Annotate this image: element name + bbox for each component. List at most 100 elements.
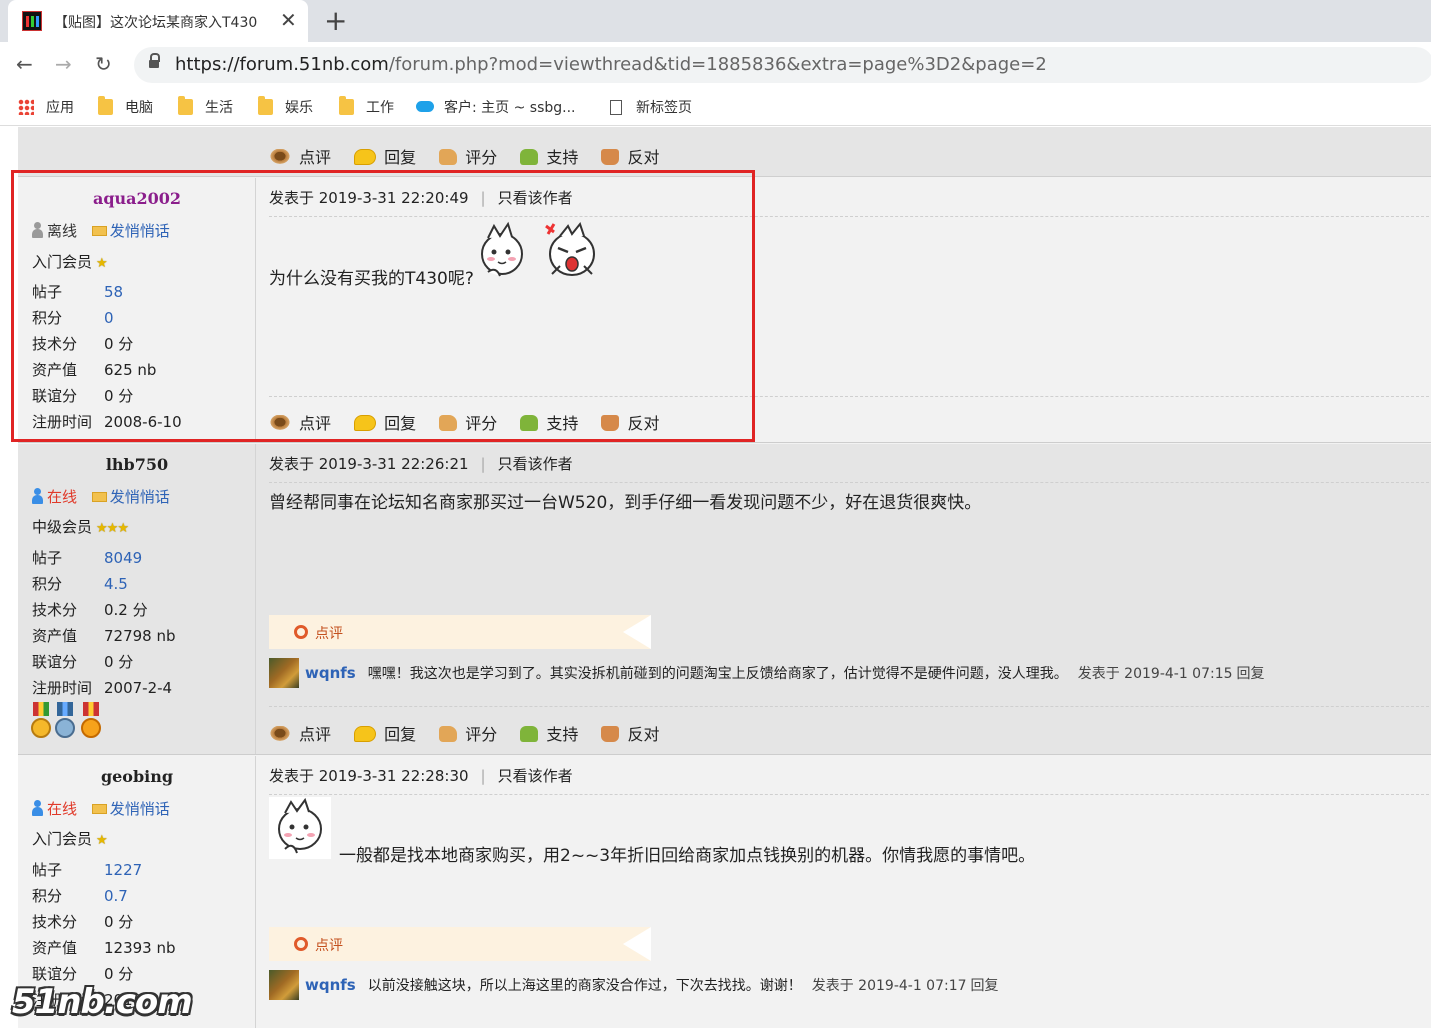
only-author-link[interactable]: 只看该作者	[498, 189, 573, 207]
browser-toolbar: ← → ↻ https://forum.51nb.com/forum.php?m…	[0, 42, 1431, 88]
bookmark-label: 应用	[46, 100, 74, 116]
comment-reply-link[interactable]: 回复	[971, 978, 999, 994]
bookmark-folder-entertainment[interactable]: 娱乐	[258, 96, 313, 117]
post-time: 发表于 2019-3-31 22:20:49	[269, 189, 469, 207]
action-label: 点评	[299, 148, 332, 167]
comment-button[interactable]: 点评	[269, 144, 331, 168]
rate-button[interactable]: 评分	[439, 721, 497, 745]
speech-bubble-icon	[354, 726, 377, 742]
previous-post-actions: 点评 回复 评分 支持 反对	[18, 127, 1431, 177]
post-body-text: 为什么没有买我的T430呢?	[269, 269, 474, 289]
stat-posts-value[interactable]: 58	[104, 283, 123, 301]
oppose-button[interactable]: 反对	[601, 144, 659, 168]
comment-section-header: 点评	[269, 927, 651, 961]
bookmark-folder-life[interactable]: 生活	[178, 96, 233, 117]
rate-button[interactable]: 评分	[439, 410, 497, 434]
envelope-icon	[91, 492, 107, 502]
author-name[interactable]: geobing	[18, 767, 256, 786]
stat-points-value[interactable]: 0	[104, 309, 114, 327]
send-pm-link[interactable]: 发悄悄话	[110, 488, 170, 506]
rank-stars-icon: ★	[96, 256, 108, 271]
comment-item: wqnfs 以前没接触这块，所以上海这里的商家没合作过，下次去找找。谢谢！ 发表于 …	[269, 970, 999, 1000]
send-pm-link[interactable]: 发悄悄话	[110, 222, 170, 240]
stat-label: 资产值	[32, 361, 78, 379]
comment-header-label: 点评	[315, 938, 343, 954]
page-icon	[610, 100, 622, 115]
comment-section-header: 点评	[269, 615, 651, 649]
action-label: 回复	[384, 414, 417, 433]
new-tab-icon[interactable]: +	[324, 4, 347, 37]
reply-button[interactable]: 回复	[354, 410, 416, 434]
coffee-cup-icon	[269, 726, 291, 742]
support-button[interactable]: 支持	[520, 144, 578, 168]
browser-tab[interactable]: 【贴图】这次论坛某商家入T430 ✕	[8, 0, 308, 42]
back-arrow-icon[interactable]: ←	[16, 52, 33, 76]
support-button[interactable]: 支持	[520, 410, 578, 434]
envelope-icon	[91, 226, 107, 236]
comment-time: 发表于 2019-4-1 07:15	[1077, 666, 1233, 682]
forum-thread: 点评 回复 评分 支持 反对 aqua2002 离线 发悄悄话 入门会员 ★ 帖子…	[0, 127, 1431, 1028]
comment-reply-link[interactable]: 回复	[1237, 666, 1265, 682]
support-button[interactable]: 支持	[520, 721, 578, 745]
comment-user[interactable]: wqnfs	[305, 976, 356, 994]
rate-button[interactable]: 评分	[439, 144, 497, 168]
online-status: 在线	[47, 800, 78, 818]
bookmark-folder-work[interactable]: 工作	[339, 96, 394, 117]
stat-registered-value: 2007-2-4	[104, 679, 173, 697]
author-stats: 帖子 58 积分 0 技术分 0 分 资产值 625 nb 联谊分 0 分 注册时间 200…	[32, 281, 182, 437]
stat-friendship-value: 0 分	[104, 387, 134, 405]
post-header: 发表于 2019-3-31 22:28:30 | 只看该作者	[269, 765, 1429, 795]
forward-arrow-icon[interactable]: →	[55, 52, 72, 76]
hand-icon	[439, 726, 458, 742]
author-name[interactable]: aqua2002	[18, 189, 256, 208]
reply-button[interactable]: 回复	[354, 721, 416, 745]
bookmark-folder-computer[interactable]: 电脑	[98, 96, 153, 117]
reload-icon[interactable]: ↻	[95, 52, 112, 76]
stat-points-value[interactable]: 0.7	[104, 887, 128, 905]
post-time: 发表于 2019-3-31 22:28:30	[269, 767, 469, 785]
comment-button[interactable]: 点评	[269, 721, 331, 745]
stat-friendship-value: 0 分	[104, 965, 134, 983]
reply-button[interactable]: 回复	[354, 144, 416, 168]
comment-user[interactable]: wqnfs	[305, 664, 356, 682]
stat-label: 积分	[32, 309, 63, 327]
comment-button[interactable]: 点评	[269, 410, 331, 434]
address-bar[interactable]: https://forum.51nb.com/forum.php?mod=vie…	[134, 47, 1431, 83]
stat-label: 技术分	[32, 913, 78, 931]
comment-circle-icon	[294, 625, 308, 639]
speech-bubble-icon	[354, 415, 377, 431]
bookmark-salesforce[interactable]: 客户: 主页 ~ ssbg...	[416, 97, 576, 117]
oppose-button[interactable]: 反对	[601, 721, 659, 745]
author-sidebar: aqua2002 离线 发悄悄话 入门会员 ★ 帖子 58 积分 0 技术分 0 分 资…	[18, 178, 256, 442]
medal-icon	[54, 702, 76, 742]
avatar[interactable]	[269, 970, 299, 1000]
author-name[interactable]: lhb750	[18, 455, 256, 474]
stat-posts-value[interactable]: 1227	[104, 861, 142, 879]
online-status: 离线	[47, 222, 78, 240]
only-author-link[interactable]: 只看该作者	[498, 455, 573, 473]
bookmark-label: 电脑	[125, 100, 153, 116]
rank-label: 入门会员	[32, 253, 93, 271]
bookmark-apps[interactable]: 应用	[18, 97, 74, 117]
stat-posts-value[interactable]: 8049	[104, 549, 142, 567]
action-label: 评分	[465, 148, 498, 167]
tab-close-icon[interactable]: ✕	[280, 8, 297, 32]
stat-label: 帖子	[32, 549, 63, 567]
forum-post: aqua2002 离线 发悄悄话 入门会员 ★ 帖子 58 积分 0 技术分 0 分 资…	[18, 178, 1431, 443]
stat-tech-value: 0 分	[104, 335, 134, 353]
stat-points-value[interactable]: 4.5	[104, 575, 128, 593]
bookmark-new-tab-page[interactable]: 新标签页	[610, 97, 692, 117]
post-body-text: 曾经帮同事在论坛知名商家那买过一台W520，到手仔细一看发现问题不少，好在退货很…	[269, 493, 982, 513]
medal-icon	[30, 702, 52, 742]
medal-icon	[80, 702, 102, 742]
avatar[interactable]	[269, 658, 299, 688]
author-sidebar: lhb750 在线 发悄悄话 中级会员 ★★★ 帖子 8049 积分 4.5 技术分 0…	[18, 444, 256, 754]
oppose-button[interactable]: 反对	[601, 410, 659, 434]
send-pm-link[interactable]: 发悄悄话	[110, 800, 170, 818]
actions-divider	[269, 706, 1429, 707]
rank-label: 中级会员	[32, 518, 93, 536]
url-path: /forum.php?mod=viewthread&tid=1885836&ex…	[388, 54, 1047, 75]
post-action-bar: 点评 回复 评分 支持 反对	[269, 721, 677, 745]
tab-title: 【贴图】这次论坛某商家入T430	[54, 15, 258, 31]
only-author-link[interactable]: 只看该作者	[498, 767, 573, 785]
